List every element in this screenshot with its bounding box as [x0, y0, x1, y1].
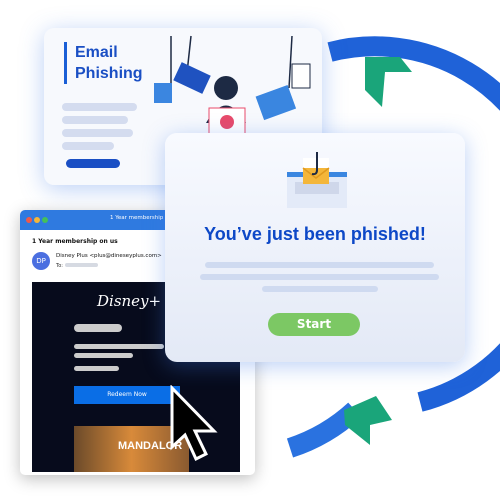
- hacker-fishing-illustration: [154, 35, 311, 139]
- minimize-window-button[interactable]: [34, 217, 40, 223]
- start-button[interactable]: Start: [268, 313, 360, 336]
- redeem-now-button[interactable]: Redeem Now: [74, 386, 180, 404]
- maximize-window-button[interactable]: [42, 217, 48, 223]
- sender-address: Disney Plus <plus@dineseyplus.com>: [56, 253, 162, 259]
- email-subject: 1 Year membership on us: [32, 238, 118, 245]
- to-label: To:: [56, 263, 63, 269]
- learn-button[interactable]: [66, 159, 120, 168]
- folder-icon: [255, 84, 297, 121]
- id-card-icon: [291, 63, 311, 89]
- arrow-head-bottom-icon: [344, 396, 392, 445]
- close-window-button[interactable]: [26, 217, 32, 223]
- phishing-title: Email Phishing: [64, 42, 143, 84]
- sender-avatar: DP: [32, 252, 50, 270]
- arrow-head-top-icon: [365, 57, 412, 107]
- hooked-envelope-icon: [287, 152, 347, 208]
- lock-shield-icon: [220, 115, 234, 129]
- credit-card-icon: [173, 62, 211, 94]
- envelope-icon: [154, 83, 172, 103]
- mouse-cursor-icon: [170, 385, 218, 462]
- phished-headline: You’ve just been phished!: [204, 224, 426, 244]
- recipient-row: To:: [56, 263, 98, 269]
- title-line-2: Phishing: [75, 65, 143, 82]
- phished-alert-card: You’ve just been phished! Start: [165, 133, 465, 362]
- disney-plus-logo: Disney+: [97, 292, 162, 310]
- title-line-1: Email: [75, 44, 118, 61]
